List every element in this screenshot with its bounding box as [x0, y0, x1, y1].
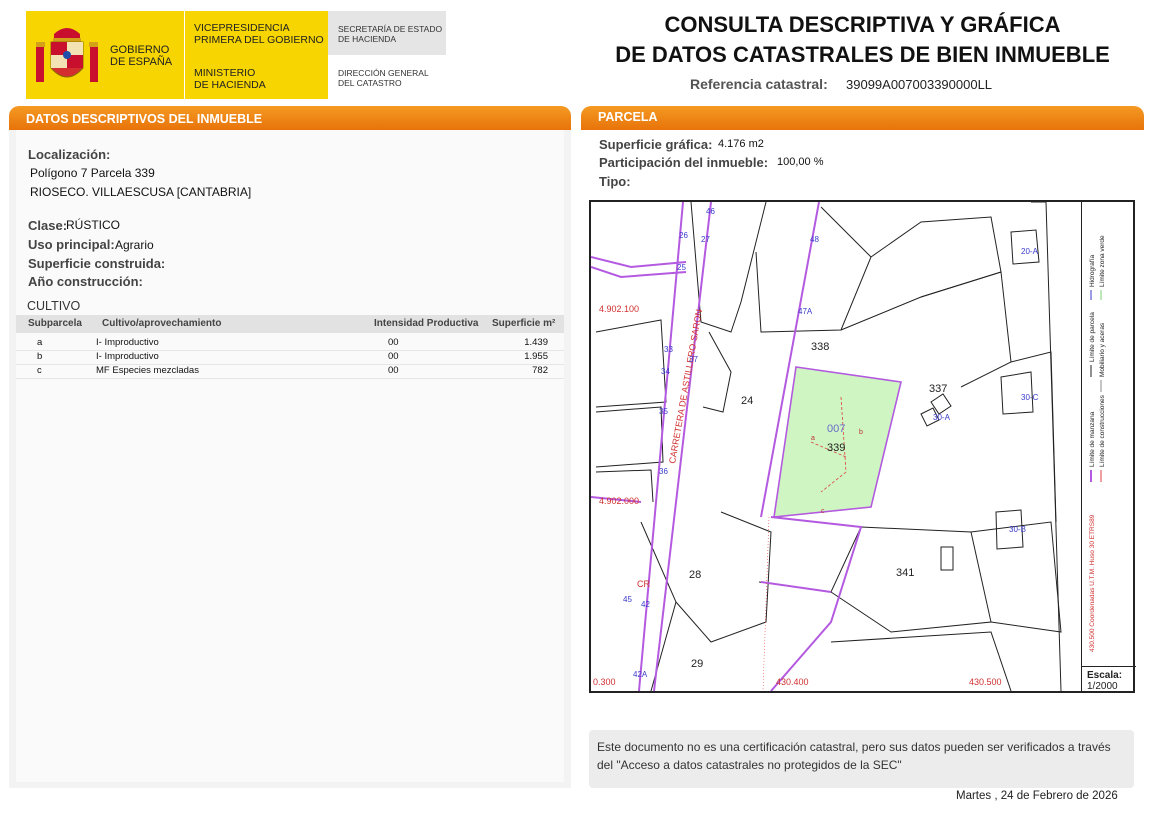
road-number: 37 [689, 355, 698, 364]
tipo-label: Tipo: [599, 174, 631, 189]
parcela-section-header: PARCELA [581, 106, 1144, 130]
uso-value: Agrario [115, 238, 154, 252]
map-legend-drawing: Hidrografía Límite zona verde Límite de … [1089, 235, 1106, 652]
legend-mobiliario: Mobiliario y aceras [1099, 322, 1106, 377]
participacion-label: Participación del inmueble: [599, 155, 769, 170]
col-subparcela: Subparcela [28, 318, 82, 329]
building-label: 20-A [1021, 247, 1039, 256]
cultivo-table-header [16, 315, 564, 333]
map-scale: Escala: 1/2000 [1081, 666, 1136, 693]
road-number: 36 [659, 467, 668, 476]
parcel-label-24: 24 [741, 395, 753, 407]
parcel-label-28: 28 [689, 569, 701, 581]
uso-label: Uso principal: [28, 237, 115, 252]
localizacion-line2: RIOSECO. VILLAESCUSA [CANTABRIA] [30, 185, 252, 199]
legend-limite-construcciones: Límite de construcciones [1099, 394, 1106, 467]
road-number: 46 [706, 207, 715, 216]
localizacion-line1: Polígono 7 Parcela 339 [30, 166, 155, 180]
scale-label: Escala: [1087, 670, 1123, 681]
vicepresidencia-label: VICEPRESIDENCIA PRIMERA DEL GOBIERNO [194, 22, 324, 46]
legend-hidrografia: Hidrografía [1089, 254, 1096, 287]
row-cultivo: I- Improductivo [96, 337, 159, 348]
descriptive-section-header: DATOS DESCRIPTIVOS DEL INMUEBLE [9, 106, 571, 130]
refcat-label: Referencia catastral: [690, 76, 828, 92]
row-intensidad: 00 [388, 365, 399, 376]
road-number: 42 [641, 600, 650, 609]
col-intensidad: Intensidad Productiva [374, 318, 479, 329]
legend-limite-manzana: Límite de manzana [1089, 411, 1096, 467]
page-title: CONSULTA DESCRIPTIVA Y GRÁFICA DE DATOS … [615, 12, 1110, 67]
subparcel-label: a [811, 435, 815, 442]
superficie-grafica-label: Superficie gráfica: [599, 137, 713, 152]
document-date: Martes , 24 de Febrero de 2026 [956, 790, 1118, 802]
col-cultivo: Cultivo/aprovechamiento [102, 318, 222, 329]
legend-coordenadas: 430.500 Coordenadas U.T.M. Huso 30 ETRS8… [1089, 514, 1096, 652]
subparcel-label: c [821, 508, 825, 515]
road-number: 34 [661, 367, 670, 376]
road-number: 33 [664, 345, 673, 354]
coord-label: 4.902.000 [599, 496, 639, 506]
cultivo-title: CULTIVO [27, 299, 81, 313]
road-number: 26 [679, 231, 688, 240]
parcel-label-341: 341 [896, 567, 914, 579]
cadastral-map-drawing: 338 24 337 339 28 341 29 007 a b c 4.902… [591, 202, 1062, 691]
row-sub: b [37, 351, 43, 362]
road-number: 42A [633, 670, 648, 679]
road-number: 47A [798, 307, 813, 316]
coord-label: 430.500 [969, 677, 1002, 687]
gobierno-label: GOBIERNO DE ESPAÑA [110, 44, 173, 68]
building-label: 30-B [1009, 525, 1026, 534]
row-superficie: 1.955 [524, 351, 548, 362]
building-label: 30-C [1021, 393, 1039, 402]
road-label: CARRETERA DE ASTILLERO-SARON [667, 308, 704, 464]
participacion-value: 100,00 % [777, 156, 824, 168]
parcel-label-338: 338 [811, 341, 829, 353]
subparcel-label: b [859, 429, 863, 436]
row-intensidad: 00 [388, 337, 399, 348]
coat-of-arms-icon [36, 28, 98, 82]
row-sub: c [37, 365, 42, 376]
localizacion-label: Localización: [28, 147, 111, 162]
parcel-label-337: 337 [929, 383, 947, 395]
row-superficie: 782 [532, 365, 548, 376]
road-number: 25 [677, 263, 686, 272]
polygon-label: 007 [827, 423, 845, 435]
superficie-grafica-value: 4.176 m2 [718, 138, 764, 150]
coord-label: 430.400 [776, 677, 809, 687]
legend-zona-verde: Límite zona verde [1099, 235, 1106, 287]
row-cultivo: MF Especies mezcladas [96, 365, 199, 376]
coord-label: 4.902.100 [599, 304, 639, 314]
parcel-label-29: 29 [691, 658, 703, 670]
ministerio-label: MINISTERIO DE HACIENDA [194, 67, 266, 91]
road-number: 27 [701, 235, 710, 244]
superficie-construida-label: Superficie construida: [28, 256, 166, 271]
direccion-label: DIRECCIÓN GENERAL DEL CATASTRO [338, 68, 429, 88]
clase-value: RÚSTICO [66, 218, 120, 232]
road-number: CR [637, 579, 650, 589]
scale-value: 1/2000 [1087, 681, 1118, 692]
coord-label: 0.300 [593, 677, 616, 687]
disclaimer-text: Este documento no es una certificación c… [597, 740, 1111, 772]
anio-construccion-label: Año construcción: [28, 274, 143, 289]
secretaria-label: SECRETARÍA DE ESTADO DE HACIENDA [338, 24, 443, 44]
building-label: 30-A [933, 413, 951, 422]
parcel-label-339: 339 [827, 442, 845, 454]
col-superficie: Superficie m² [492, 318, 556, 329]
row-sub: a [37, 337, 43, 348]
row-superficie: 1.439 [524, 337, 548, 348]
road-number: 45 [623, 595, 632, 604]
road-number: 48 [810, 235, 819, 244]
road-number: 35 [659, 407, 668, 416]
row-cultivo: I- Improductivo [96, 351, 159, 362]
refcat-value: 39099A007003390000LL [846, 77, 993, 92]
legend-limite-parcela: Límite de parcela [1089, 312, 1096, 362]
clase-label: Clase: [28, 218, 68, 233]
row-intensidad: 00 [388, 351, 399, 362]
